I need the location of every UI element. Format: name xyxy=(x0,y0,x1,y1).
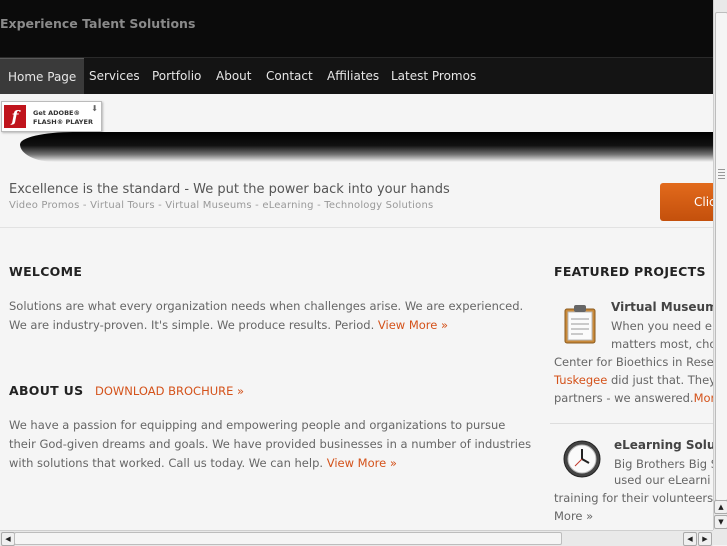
featured-heading: FEATURED PROJECTS xyxy=(554,264,706,279)
vertical-scroll-thumb[interactable] xyxy=(715,12,727,501)
scrollbar-corner xyxy=(713,530,727,545)
project-divider xyxy=(550,423,713,424)
project-text-span: did just that. They xyxy=(607,373,713,387)
section-divider xyxy=(0,227,713,228)
welcome-view-more-link[interactable]: View More » xyxy=(378,318,448,332)
welcome-line: Solutions are what every organization ne… xyxy=(9,299,524,313)
project-elearning-title[interactable]: eLearning Solut xyxy=(614,438,713,452)
nav-about[interactable]: About xyxy=(208,58,259,95)
project-text: partners - we answered.Mor xyxy=(554,389,713,407)
project-text: When you need e xyxy=(611,319,712,333)
main-content: f Get ADOBE® FLASH® PLAYER ⬇ Excellence … xyxy=(0,94,713,530)
site-header: Experience Talent Solutions xyxy=(0,0,713,57)
scroll-right-icon[interactable]: ▶ xyxy=(698,532,712,546)
about-heading: ABOUT US xyxy=(9,383,84,398)
project-text: Tuskegee did just that. They xyxy=(554,371,713,389)
nav-latest-promos[interactable]: Latest Promos xyxy=(383,58,484,95)
about-view-more-link[interactable]: View More » xyxy=(327,456,397,470)
welcome-line: We are industry-proven. It's simple. We … xyxy=(9,318,375,332)
project-text: used our eLearni xyxy=(614,473,711,487)
horizontal-scrollbar[interactable]: ◀ ◀ ▶ xyxy=(0,530,713,546)
flash-logo-icon: f xyxy=(4,105,26,128)
banner-tagline: Excellence is the standard - We put the … xyxy=(9,182,450,197)
nav-portfolio[interactable]: Portfolio xyxy=(144,58,209,95)
project-more-link[interactable]: More » xyxy=(554,507,593,525)
about-line: their God-given dreams and goals. We hav… xyxy=(9,437,532,451)
scroll-up-icon[interactable]: ▲ xyxy=(714,500,727,514)
about-text: We have a passion for equipping and empo… xyxy=(9,416,531,473)
scroll-left-icon[interactable]: ◀ xyxy=(1,532,15,546)
project-text: training for their volunteers. xyxy=(554,491,713,505)
clock-icon xyxy=(563,440,601,478)
project-virtual-museum-title[interactable]: Virtual Museum xyxy=(611,300,713,314)
get-flash-player-badge[interactable]: f Get ADOBE® FLASH® PLAYER ⬇ xyxy=(1,101,102,132)
cta-button[interactable]: Clic xyxy=(660,183,713,221)
vertical-scrollbar[interactable]: ▲ ▼ xyxy=(713,0,727,530)
scroll-down-icon[interactable]: ▼ xyxy=(714,515,727,529)
banner-shadow xyxy=(20,132,713,162)
scroll-left-icon[interactable]: ◀ xyxy=(683,532,697,546)
about-line: with solutions that worked. Call us toda… xyxy=(9,456,324,470)
project-text-span: partners - we answered. xyxy=(554,391,694,405)
nav-contact[interactable]: Contact xyxy=(258,58,321,95)
banner-subtagline: Video Promos - Virtual Tours - Virtual M… xyxy=(9,200,434,211)
nav-services[interactable]: Services xyxy=(81,58,148,95)
welcome-text: Solutions are what every organization ne… xyxy=(9,297,523,335)
flash-badge-line1: Get ADOBE® xyxy=(33,109,80,117)
clipboard-icon xyxy=(564,305,596,344)
tuskegee-link[interactable]: Tuskegee xyxy=(554,373,607,387)
flash-badge-line2: FLASH® PLAYER xyxy=(33,118,93,126)
about-line: We have a passion for equipping and empo… xyxy=(9,418,506,432)
project-more-link[interactable]: Mor xyxy=(694,391,713,405)
nav-home[interactable]: Home Page xyxy=(0,58,85,96)
download-brochure-link[interactable]: DOWNLOAD BROCHURE » xyxy=(95,384,244,398)
horizontal-scroll-thumb[interactable] xyxy=(14,532,562,545)
main-nav: Home Page Services Portfolio About Conta… xyxy=(0,57,713,96)
site-title[interactable]: Experience Talent Solutions xyxy=(0,16,195,31)
nav-affiliates[interactable]: Affiliates xyxy=(319,58,387,95)
welcome-heading: WELCOME xyxy=(9,264,83,279)
download-arrow-icon: ⬇ xyxy=(91,104,98,113)
bioethics-center-link[interactable]: Center for Bioethics in Rese xyxy=(554,353,713,371)
project-text: matters most, cho xyxy=(611,337,713,351)
